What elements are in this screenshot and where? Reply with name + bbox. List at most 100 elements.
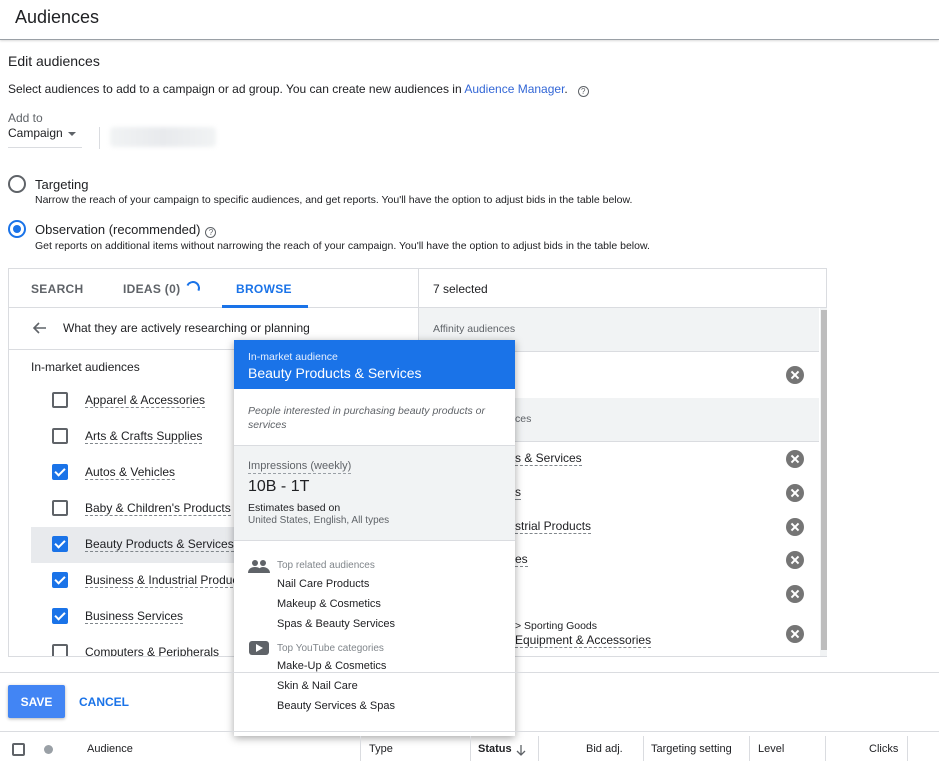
targeting-option-description: Narrow the reach of your campaign to spe… (35, 194, 633, 206)
campaign-selector-redacted[interactable] (110, 127, 216, 147)
remove-icon[interactable] (786, 484, 804, 502)
observation-option-description: Get reports on additional items without … (35, 240, 650, 252)
related-audience: Spas & Beauty Services (277, 618, 396, 630)
tab-bar: SEARCH IDEAS (0) BROWSE (9, 269, 418, 308)
page-title: Audiences (15, 7, 100, 27)
back-arrow-icon[interactable] (31, 320, 47, 336)
category-label: Baby & Children's Products (85, 501, 231, 516)
audience-manager-link[interactable]: Audience Manager (464, 82, 564, 96)
selected-count-header: 7 selected (419, 269, 827, 308)
column-header-clicks[interactable]: Clicks (869, 743, 898, 755)
checkbox[interactable] (52, 392, 68, 408)
column-header-level[interactable]: Level (758, 743, 784, 755)
column-header-bid-adj[interactable]: Bid adj. (586, 743, 623, 755)
impressions-label: Impressions (weekly) (248, 460, 352, 474)
remove-icon[interactable] (786, 585, 804, 603)
help-icon[interactable]: ? (577, 86, 589, 97)
selected-item: strial Products (515, 519, 592, 534)
targeting-radio[interactable] (8, 175, 26, 193)
select-all-checkbox[interactable] (12, 743, 25, 756)
selected-count: 7 selected (433, 282, 488, 296)
group-label: ces (515, 413, 532, 425)
popup-stats: Impressions (weekly) 10B - 1T Estimates … (234, 445, 515, 541)
related-audience: Nail Care Products (277, 578, 370, 590)
remove-icon[interactable] (786, 625, 804, 643)
estimates-label: Estimates based on (248, 502, 341, 514)
youtube-category: Beauty Services & Spas (277, 700, 396, 712)
popup-description: People interested in purchasing beauty p… (248, 405, 485, 431)
column-divider (470, 736, 471, 761)
youtube-icon (249, 641, 269, 655)
checkbox[interactable] (52, 572, 68, 588)
tab-ideas[interactable]: IDEAS (0) (123, 282, 180, 296)
intro-text: Select audiences to add to a campaign or… (8, 82, 589, 97)
category-label: Beauty Products & Services (85, 537, 234, 552)
sort-down-arrow-icon[interactable] (516, 744, 526, 756)
youtube-categories-label: Top YouTube categories (277, 643, 384, 654)
audience-detail-popup: In-market audience Beauty Products & Ser… (234, 340, 515, 736)
observation-radio[interactable] (8, 220, 26, 238)
checkbox[interactable] (52, 536, 68, 552)
category-label: Business & Industrial Products (85, 573, 248, 588)
impressions-value: 10B - 1T (248, 478, 310, 495)
observation-title-text: Observation (recommended) (35, 222, 201, 237)
column-divider (360, 736, 361, 761)
category-label: Apparel & Accessories (85, 393, 206, 408)
add-to-value: Campaign (8, 126, 63, 140)
checkbox[interactable] (52, 428, 68, 444)
column-divider (749, 736, 750, 761)
loading-spinner-icon (184, 279, 202, 297)
category-label: Arts & Crafts Supplies (85, 429, 203, 444)
column-divider (825, 736, 826, 761)
observation-option-title: Observation (recommended)? (35, 222, 217, 238)
selected-item: es (515, 552, 528, 567)
cancel-button[interactable]: CANCEL (72, 685, 136, 718)
selected-item: s (515, 485, 521, 500)
checkbox[interactable] (52, 608, 68, 624)
scrollbar-thumb[interactable] (821, 310, 827, 650)
column-header-type[interactable]: Type (369, 743, 393, 755)
column-divider (538, 736, 539, 761)
checkbox[interactable] (52, 644, 68, 656)
youtube-category: Skin & Nail Care (277, 680, 358, 692)
breadcrumb-label: What they are actively researching or pl… (63, 321, 310, 335)
intro-period: . (564, 82, 568, 96)
selected-item: s & Services (515, 451, 582, 466)
audience-table-header: Audience Type Status Bid adj. Targeting … (0, 731, 939, 761)
add-to-label: Add to (8, 111, 43, 125)
remove-icon[interactable] (786, 551, 804, 569)
observation-help-icon[interactable]: ? (205, 227, 217, 238)
checkbox[interactable] (52, 500, 68, 516)
popup-header: In-market audience Beauty Products & Ser… (234, 340, 515, 389)
tab-search[interactable]: SEARCH (31, 282, 83, 296)
checkbox[interactable] (52, 464, 68, 480)
category-label: Computers & Peripherals (85, 645, 219, 656)
group-label: Affinity audiences (433, 323, 516, 335)
top-bar: Audiences (0, 0, 939, 40)
scrollbar[interactable] (820, 308, 827, 656)
related-audience: Makeup & Cosmetics (277, 598, 381, 610)
popup-title: Beauty Products & Services (248, 365, 422, 381)
dropdown-caret-icon (68, 132, 76, 136)
footer-divider (0, 672, 939, 673)
column-header-targeting-setting[interactable]: Targeting setting (651, 743, 732, 755)
add-to-dropdown[interactable]: Campaign (8, 126, 82, 148)
people-icon (248, 560, 270, 573)
column-header-status[interactable]: Status (478, 743, 512, 755)
column-divider (643, 736, 644, 761)
estimates-detail: United States, English, All types (248, 515, 390, 526)
remove-icon[interactable] (786, 518, 804, 536)
in-market-section-label: In-market audiences (31, 360, 140, 374)
save-button[interactable]: SAVE (8, 685, 65, 718)
related-audiences-label: Top related audiences (277, 560, 375, 571)
category-label: Business Services (85, 609, 184, 624)
remove-icon[interactable] (786, 450, 804, 468)
intro-sentence: Select audiences to add to a campaign or… (8, 82, 465, 96)
status-dot-icon (44, 745, 53, 754)
tab-browse[interactable]: BROWSE (236, 282, 292, 296)
category-label: Autos & Vehicles (85, 465, 176, 480)
remove-icon[interactable] (786, 366, 804, 384)
column-header-audience[interactable]: Audience (87, 743, 133, 755)
edit-audiences-title: Edit audiences (8, 53, 100, 69)
divider (99, 127, 100, 149)
